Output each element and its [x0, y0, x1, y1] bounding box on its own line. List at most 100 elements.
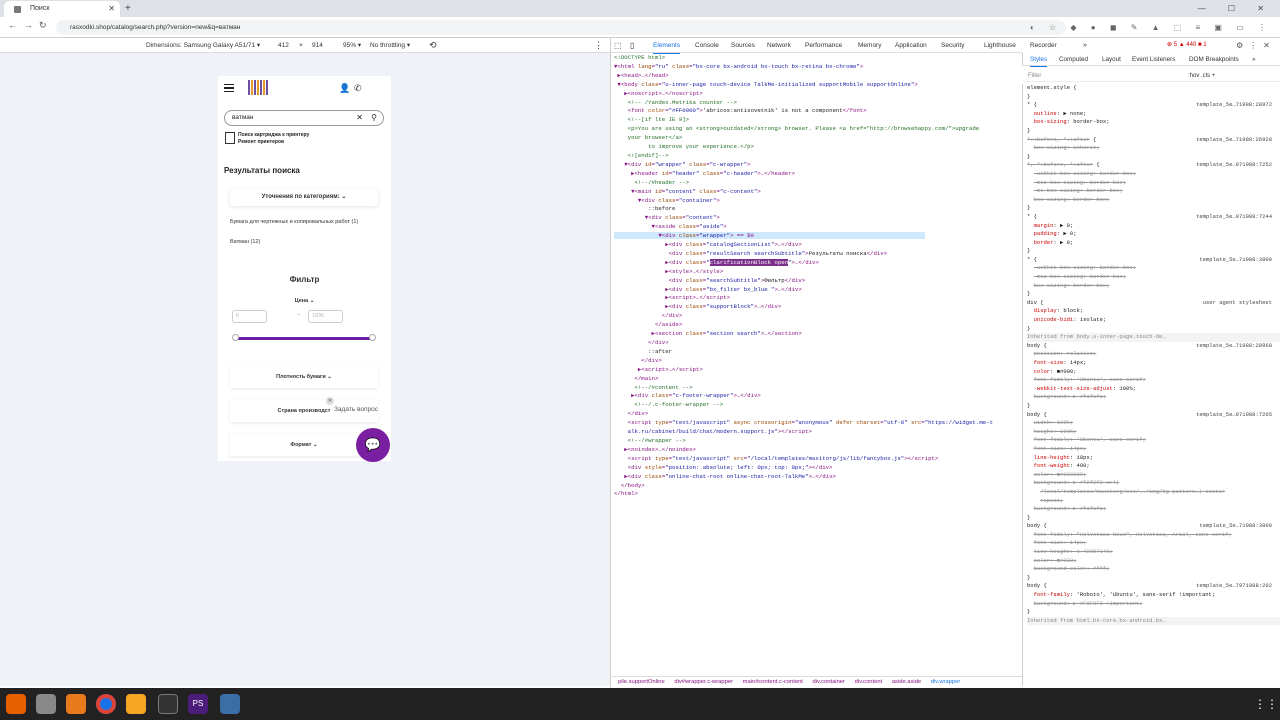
devtools-tabs: ⬚ ▯ Elements Console Sources Network Per…: [610, 38, 1022, 54]
vlc-icon[interactable]: [66, 694, 86, 714]
firefox-icon[interactable]: [6, 694, 26, 714]
tab-styles[interactable]: Styles: [1030, 53, 1048, 67]
tab-memory[interactable]: Memory: [858, 38, 881, 53]
filter-placeholder: Filter: [1028, 73, 1042, 79]
url-bar[interactable]: rasxodki.shop/catalog/search.php?version…: [56, 20, 1066, 35]
tab-network[interactable]: Network: [767, 38, 791, 53]
price-label[interactable]: Цена ⌄: [218, 298, 391, 304]
throttle-select[interactable]: No throttling ▾: [370, 38, 410, 53]
phone-icon[interactable]: ✆: [354, 83, 362, 94]
price-min-input[interactable]: 6: [232, 310, 267, 323]
more-icon[interactable]: ⋮: [594, 38, 603, 53]
price-label-text: Цена: [294, 298, 309, 304]
forward-icon[interactable]: →: [24, 20, 33, 30]
search-icon[interactable]: ⚲: [371, 111, 377, 125]
device-height[interactable]: 914: [312, 38, 323, 53]
tab-title: Поиск: [30, 5, 50, 12]
crumb-div-wrapper[interactable]: div.wrapper: [931, 679, 961, 685]
crumb-container[interactable]: div.container: [813, 679, 845, 685]
device-width[interactable]: 412: [278, 38, 289, 53]
crumb-body[interactable]: pile.supportOnline: [618, 679, 665, 685]
crumb-aside[interactable]: aside.aside: [892, 679, 921, 685]
tab-application[interactable]: Application: [895, 38, 927, 53]
apps-grid-icon[interactable]: ⋮⋮: [1254, 694, 1278, 714]
results-title: Результаты поиска: [224, 166, 300, 175]
tab-styles-more[interactable]: »: [1252, 53, 1256, 66]
filter-title: Фильтр: [289, 275, 320, 284]
tab-dom-breakpoints[interactable]: DOM Breakpoints: [1189, 53, 1239, 66]
tab-sources[interactable]: Sources: [731, 38, 755, 53]
search-value: ватман: [232, 114, 254, 121]
close-tab-icon[interactable]: ✕: [108, 1, 115, 17]
search-input[interactable]: ватман ✕ ⚲: [224, 110, 384, 126]
printer-icon: [225, 132, 235, 144]
inspect-icon[interactable]: ⬚: [614, 38, 622, 53]
ask-question-label[interactable]: Задать вопрос: [334, 404, 386, 416]
tab-event-listeners[interactable]: Event Listeners: [1132, 53, 1175, 66]
error-counters[interactable]: ⊗ 5 ▲ 440 ■ 1: [1167, 38, 1207, 53]
suggestion-cartridge[interactable]: Поиск картриджа к принтеру: [238, 132, 309, 138]
device-dimensions-select[interactable]: Dimensions: Samsung Galaxy A51/71 ▾: [146, 38, 260, 53]
browser-tab-bar: Поиск ✕ + — ☐ ✕: [0, 0, 1280, 17]
favicon-icon: [14, 6, 21, 13]
address-toolbar: ← → ↻ rasxodki.shop/catalog/search.php?v…: [0, 17, 1280, 38]
price-slider-track[interactable]: [236, 337, 372, 340]
close-ask-icon[interactable]: ✕: [326, 397, 334, 405]
format-label: Формат: [290, 442, 312, 448]
site-header: 👤 ✆: [218, 76, 391, 100]
crumb-main[interactable]: main#content.c-content: [743, 679, 803, 685]
tab-elements[interactable]: Elements: [653, 38, 681, 54]
device-mode-icon[interactable]: ▯: [630, 38, 634, 53]
crumb-wrapper[interactable]: div#wrapper.c-wrapper: [674, 679, 733, 685]
devtools-controls[interactable]: ⚙⋮✕: [1236, 38, 1276, 53]
app-icon[interactable]: [220, 694, 240, 714]
price-slider-max-handle[interactable]: [369, 334, 376, 341]
extension-icons[interactable]: ◐ ☆ ◆ ● ◼ ✎ ▲ ⬚ ≡ ▣ ▭ ⋮: [1030, 20, 1272, 35]
price-dash: –: [297, 312, 301, 318]
price-max-input[interactable]: 1896: [308, 310, 343, 323]
files-icon[interactable]: [36, 694, 56, 714]
reload-icon[interactable]: ↻: [39, 20, 47, 31]
device-times: ×: [299, 42, 303, 49]
clear-icon[interactable]: ✕: [356, 111, 363, 125]
tab-more[interactable]: »: [1083, 38, 1087, 53]
back-icon[interactable]: ←: [8, 20, 17, 30]
tab-console[interactable]: Console: [695, 38, 719, 53]
tab-security[interactable]: Security: [941, 38, 964, 53]
category-link-paper[interactable]: Бумага для чертежных и копировальных раб…: [230, 219, 358, 225]
zoom-select[interactable]: 95% ▾: [343, 38, 361, 53]
terminal-icon[interactable]: [158, 694, 178, 714]
new-tab-button[interactable]: +: [125, 0, 131, 17]
crumb-content[interactable]: div.content: [855, 679, 883, 685]
suggestion-repair[interactable]: Ремонт принтеров: [238, 139, 284, 145]
device-toolbar: Dimensions: Samsung Galaxy A51/71 ▾ 412 …: [0, 38, 610, 53]
tab-recorder[interactable]: Recorder: [1030, 38, 1057, 53]
menu-icon[interactable]: [224, 84, 234, 92]
user-icon[interactable]: 👤: [339, 83, 350, 94]
price-slider-min-handle[interactable]: [232, 334, 239, 341]
os-taskbar: PS ⋮⋮: [0, 688, 1280, 720]
phpstorm-icon[interactable]: PS: [188, 694, 208, 714]
refine-label: Уточнения по категориям:: [261, 194, 340, 200]
chat-widget-button[interactable]: 💬: [356, 428, 390, 462]
tab-lighthouse[interactable]: Lighthouse: [984, 38, 1016, 53]
filter-controls[interactable]: :hov .cls +: [1188, 70, 1215, 82]
country-label: Страна производст: [277, 408, 331, 414]
density-label: Плотность бумаги: [276, 374, 326, 380]
tab-performance[interactable]: Performance: [805, 38, 842, 53]
tab-computed[interactable]: Computed: [1059, 53, 1088, 66]
site-logo[interactable]: [248, 80, 269, 95]
styles-pane[interactable]: element.style { } * { template_5e…71988:…: [1022, 84, 1280, 686]
category-link-whatman[interactable]: Ватман (12): [230, 239, 260, 245]
density-filter-toggle[interactable]: Плотность бумаги ⌄: [230, 366, 378, 388]
styles-tabs: Styles Computed Layout Event Listeners D…: [1022, 53, 1280, 67]
chrome-icon[interactable]: [96, 694, 116, 714]
browser-tab[interactable]: Поиск ✕: [4, 1, 120, 17]
tab-layout[interactable]: Layout: [1102, 53, 1121, 66]
refine-categories-toggle[interactable]: Уточнения по категориям: ⌄: [230, 188, 378, 206]
sublime-icon[interactable]: [126, 694, 146, 714]
rotate-icon[interactable]: ⟲: [429, 38, 437, 53]
dom-tree[interactable]: <!DOCTYPE html> ▼<html lang="ru" class="…: [614, 54, 1022, 674]
styles-filter-input[interactable]: Filter :hov .cls +: [1023, 70, 1280, 82]
window-controls[interactable]: — ☐ ✕: [1198, 0, 1274, 17]
